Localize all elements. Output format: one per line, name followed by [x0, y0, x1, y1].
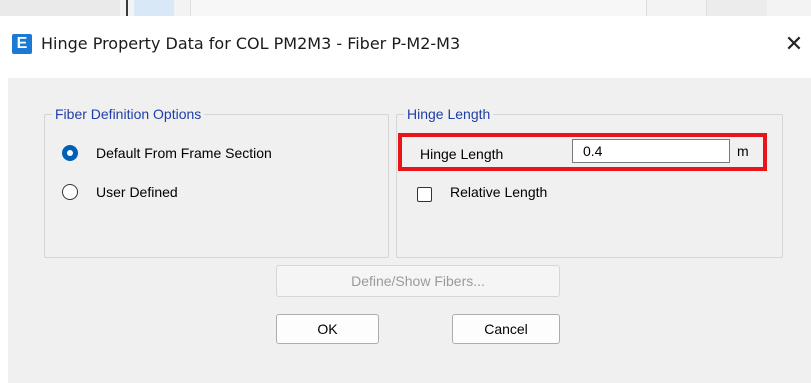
relative-length-label[interactable]: Relative Length [450, 184, 547, 200]
title-bar: E Hinge Property Data for COL PM2M3 - Fi… [0, 16, 811, 78]
close-button[interactable]: ✕ [776, 26, 811, 64]
cancel-button[interactable]: Cancel [452, 314, 560, 344]
dialog-body: Fiber Definition Options Default From Fr… [8, 78, 811, 383]
background-toolbar-segment [0, 0, 120, 16]
hinge-property-dialog: E Hinge Property Data for COL PM2M3 - Fi… [0, 16, 811, 383]
hinge-length-unit: m [737, 143, 749, 159]
user-defined-radio[interactable] [62, 184, 78, 200]
hinge-length-input[interactable]: 0.4 [572, 139, 730, 163]
hinge-length-group: Hinge Length [396, 106, 783, 258]
fiber-definition-options-legend: Fiber Definition Options [55, 106, 202, 122]
fiber-definition-options-group: Fiber Definition Options [44, 106, 389, 258]
background-app-strip [0, 0, 811, 16]
define-show-fibers-button[interactable]: Define/Show Fibers... [276, 265, 560, 297]
close-icon: ✕ [784, 32, 804, 57]
background-divider [126, 0, 128, 16]
app-logo-icon: E [12, 34, 32, 54]
hinge-length-field-label: Hinge Length [420, 146, 504, 162]
hinge-length-legend: Hinge Length [407, 106, 491, 122]
ok-button[interactable]: OK [276, 314, 379, 344]
background-toolbar-segment [134, 0, 174, 16]
user-defined-label[interactable]: User Defined [96, 184, 178, 200]
default-from-frame-section-radio[interactable] [62, 145, 78, 161]
background-toolbar-segment [706, 0, 767, 16]
background-toolbar-segment [190, 0, 647, 16]
default-from-frame-section-label[interactable]: Default From Frame Section [96, 145, 272, 161]
dialog-title: Hinge Property Data for COL PM2M3 - Fibe… [41, 34, 461, 53]
relative-length-checkbox[interactable] [417, 187, 432, 202]
